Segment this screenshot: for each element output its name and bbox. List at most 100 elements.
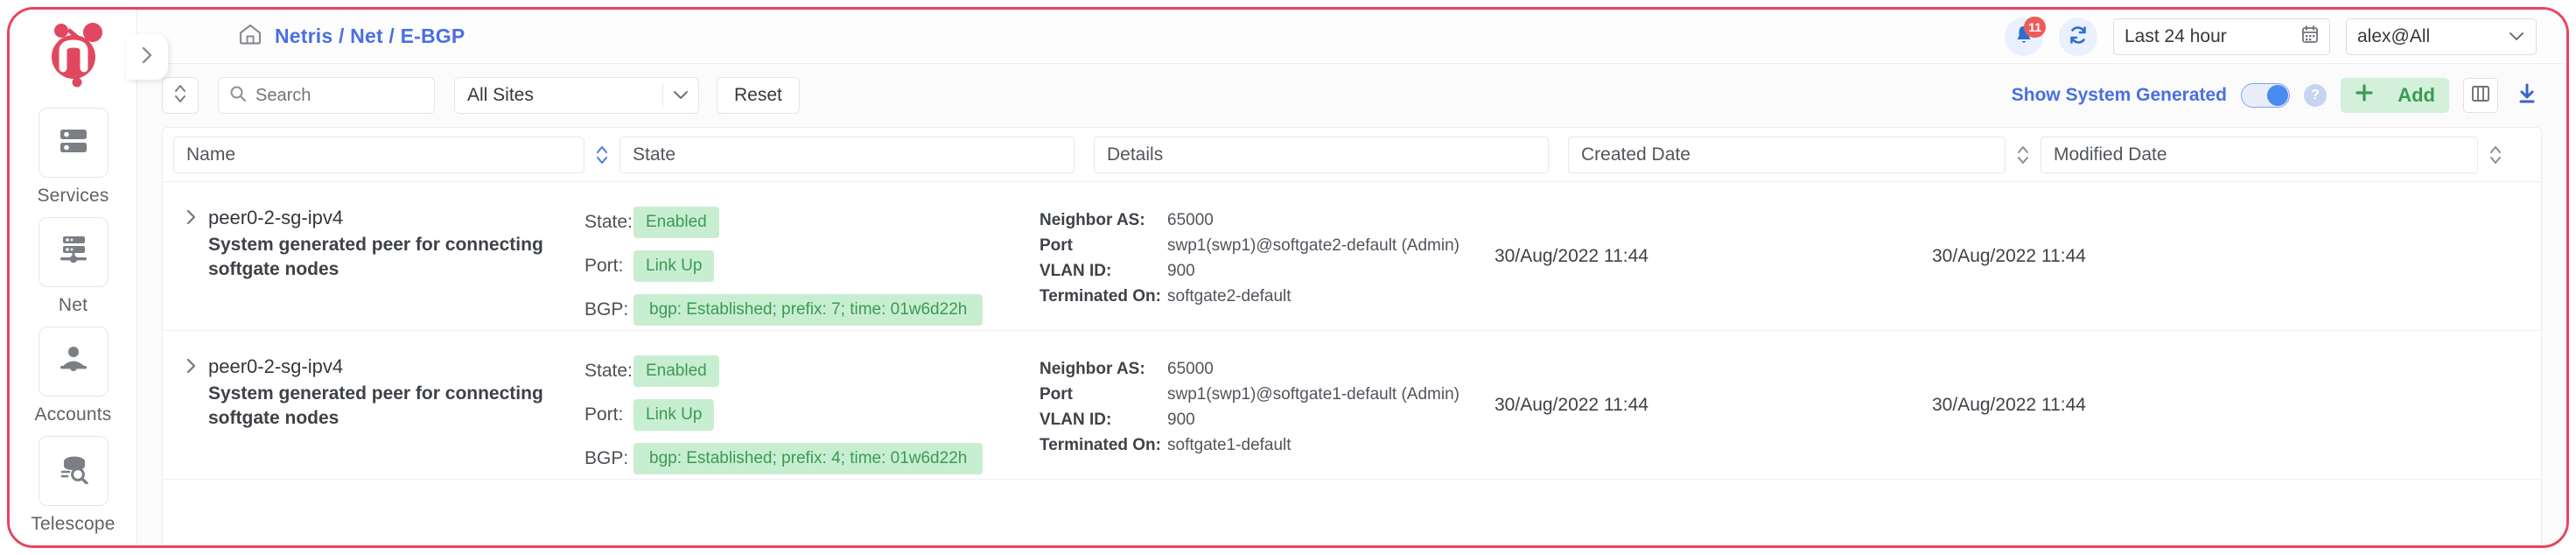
help-circle-icon[interactable]: ?	[2304, 84, 2327, 107]
sort-order-button[interactable]	[162, 77, 199, 114]
show-system-generated-label: Show System Generated	[2012, 85, 2227, 106]
main-content: Netris / Net / E-BGP 11	[136, 10, 2566, 545]
sidebar-label-accounts: Accounts	[35, 404, 112, 425]
column-header-created-date[interactable]: Created Date	[1568, 137, 2006, 173]
account-selector[interactable]: alex@All	[2346, 18, 2537, 55]
breadcrumb-text[interactable]: Netris / Net / E-BGP	[275, 25, 465, 48]
row-name: peer0-2-sg-ipv4	[208, 354, 584, 380]
sort-modified-date-button[interactable]	[2478, 144, 2513, 166]
plus-icon	[2355, 83, 2374, 108]
detail-key-vlan-id: VLAN ID:	[1040, 408, 1167, 433]
add-button[interactable]: Add	[2341, 78, 2449, 113]
row-state-cell: State: Enabled Port: Link Up BGP: bgp: E…	[584, 331, 1040, 479]
sidebar-item-accounts[interactable]: Accounts	[10, 316, 136, 425]
column-header-modified-date[interactable]: Modified Date	[2040, 137, 2478, 173]
reset-button[interactable]: Reset	[717, 77, 800, 114]
date-range-value: Last 24 hour	[2124, 26, 2227, 47]
search-box[interactable]	[218, 77, 435, 114]
sidebar-collapse-toggle[interactable]	[126, 34, 168, 80]
table-header-row: Name State Details Created Date	[163, 128, 2541, 182]
calendar-icon[interactable]	[2301, 25, 2319, 49]
search-icon	[229, 85, 247, 107]
sidebar-item-services[interactable]: Services	[10, 97, 136, 207]
row-name-cell: peer0-2-sg-ipv4 System generated peer fo…	[208, 331, 584, 479]
column-header-name[interactable]: Name	[173, 137, 584, 173]
netris-logo[interactable]	[10, 10, 136, 97]
sort-created-date-button[interactable]	[2006, 144, 2040, 166]
status-badge-port: Link Up	[634, 399, 714, 431]
add-button-label: Add	[2398, 84, 2435, 107]
row-created-date: 30/Aug/2022 11:44	[1494, 331, 1932, 479]
detail-value-port: swp1(swp1)@softgate2-default (Admin)	[1167, 234, 1460, 259]
chevron-right-icon	[186, 208, 197, 230]
row-expand-toggle[interactable]	[173, 182, 208, 330]
sidebar: Services Net	[10, 10, 136, 545]
home-icon[interactable]	[238, 23, 262, 50]
columns-button[interactable]	[2463, 78, 2498, 113]
chevron-right-icon	[141, 46, 153, 69]
status-badge-port: Link Up	[634, 250, 714, 282]
row-description: System generated peer for connecting sof…	[208, 382, 558, 432]
detail-vlan-id: VLAN ID: 900	[1040, 408, 1494, 433]
row-state-line: State: Enabled	[584, 355, 1040, 387]
top-header-bar: Netris / Net / E-BGP 11	[137, 10, 2566, 64]
header-actions: 11 Last 24 hour	[2005, 10, 2537, 64]
date-range-picker[interactable]: Last 24 hour	[2113, 18, 2330, 55]
detail-terminated-on: Terminated On: softgate1-default	[1040, 433, 1494, 459]
sites-select[interactable]: All Sites	[454, 77, 699, 114]
detail-key-terminated-on: Terminated On:	[1040, 285, 1167, 310]
sort-name-button[interactable]	[584, 144, 620, 166]
sidebar-tile-telescope	[38, 436, 108, 506]
state-label: State:	[584, 361, 634, 382]
row-state-line: State: Enabled	[584, 207, 1040, 238]
search-input[interactable]	[256, 86, 413, 106]
detail-key-terminated-on: Terminated On:	[1040, 433, 1167, 459]
state-label: State:	[584, 212, 634, 233]
network-icon	[57, 235, 90, 270]
detail-key-vlan-id: VLAN ID:	[1040, 259, 1167, 285]
status-badge-state: Enabled	[634, 207, 719, 238]
chevron-down-icon	[672, 85, 690, 106]
sidebar-label-telescope: Telescope	[31, 514, 115, 535]
row-actions-menu[interactable]	[2370, 182, 2530, 330]
notifications-button[interactable]: 11	[2005, 18, 2043, 56]
servers-icon	[57, 127, 90, 159]
row-actions-menu[interactable]	[2370, 331, 2530, 479]
detail-value-terminated-on: softgate2-default	[1167, 285, 1292, 310]
refresh-button[interactable]	[2059, 18, 2097, 56]
detail-value-vlan-id: 900	[1167, 259, 1195, 285]
detail-value-terminated-on: softgate1-default	[1167, 433, 1292, 459]
port-label: Port:	[584, 256, 634, 277]
data-table: Name State Details Created Date	[162, 127, 2542, 545]
accounts-icon	[58, 345, 89, 379]
row-bgp-line: BGP: bgp: Established; prefix: 4; time: …	[584, 443, 1040, 474]
table-row[interactable]: peer0-2-sg-ipv4 System generated peer fo…	[163, 182, 2541, 331]
download-button[interactable]	[2512, 78, 2542, 113]
bgp-label: BGP:	[584, 448, 634, 469]
chevron-down-icon	[2508, 26, 2525, 47]
detail-key-neighbor-as: Neighbor AS:	[1040, 208, 1167, 234]
column-header-details[interactable]: Details	[1094, 137, 1549, 173]
show-system-generated-toggle[interactable]	[2241, 83, 2290, 108]
table-row[interactable]: peer0-2-sg-ipv4 System generated peer fo…	[163, 331, 2541, 480]
detail-value-neighbor-as: 65000	[1167, 208, 1214, 234]
sort-updown-icon	[173, 82, 187, 109]
account-value: alex@All	[2357, 26, 2430, 47]
row-details-cell: Neighbor AS: 65000 Port swp1(swp1)@softg…	[1040, 331, 1494, 479]
row-state-cell: State: Enabled Port: Link Up BGP: bgp: E…	[584, 182, 1040, 330]
sidebar-tile-services	[38, 108, 108, 178]
row-expand-toggle[interactable]	[173, 331, 208, 479]
detail-port: Port swp1(swp1)@softgate1-default (Admin…	[1040, 383, 1494, 408]
refresh-icon	[2068, 25, 2089, 50]
download-icon	[2517, 83, 2537, 109]
sidebar-label-net: Net	[59, 295, 88, 316]
row-port-line: Port: Link Up	[584, 399, 1040, 431]
sidebar-item-telescope[interactable]: Telescope	[10, 425, 136, 535]
column-header-state[interactable]: State	[620, 137, 1074, 173]
sidebar-item-net[interactable]: Net	[10, 207, 136, 316]
row-created-date: 30/Aug/2022 11:44	[1494, 182, 1932, 330]
breadcrumb[interactable]: Netris / Net / E-BGP	[238, 23, 465, 50]
telescope-search-icon	[58, 454, 89, 488]
sidebar-label-services: Services	[37, 186, 108, 207]
row-name: peer0-2-sg-ipv4	[208, 205, 584, 231]
